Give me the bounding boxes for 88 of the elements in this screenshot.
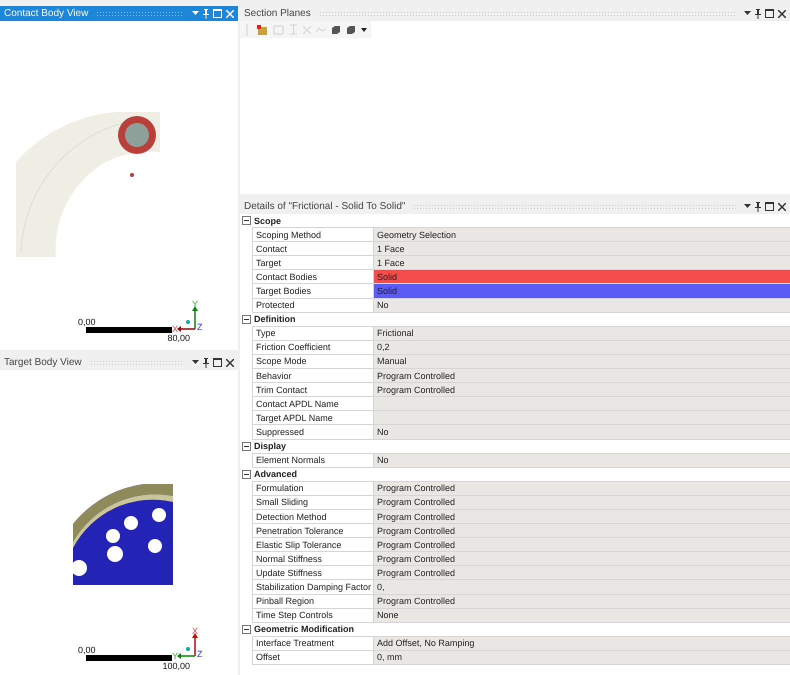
property-label: Detection Method: [252, 510, 373, 524]
property-value[interactable]: Frictional: [373, 326, 790, 341]
scale-label: 0,00: [78, 645, 96, 655]
dropdown-icon[interactable]: [744, 204, 751, 209]
property-label: Type: [252, 326, 373, 341]
scale-label: 80,00: [167, 333, 190, 343]
property-value[interactable]: Program Controlled: [373, 510, 790, 524]
cube-icon[interactable]: [331, 25, 341, 34]
panel-title: Target Body View: [4, 357, 82, 368]
property-value[interactable]: None: [373, 608, 790, 623]
property-value[interactable]: 0,: [373, 580, 790, 595]
property-label: Trim Contact: [252, 383, 373, 398]
property-value[interactable]: Program Controlled: [373, 552, 790, 566]
property-label: Elastic Slip Tolerance: [252, 538, 373, 552]
property-label: Scope Mode: [252, 354, 373, 370]
property-label: Interface Treatment: [252, 636, 373, 651]
property-value[interactable]: Program Controlled: [373, 566, 790, 580]
pin-icon[interactable]: [755, 202, 761, 212]
property-label: Normal Stiffness: [252, 552, 373, 566]
property-value[interactable]: No: [373, 298, 790, 313]
collapse-toggle[interactable]: [242, 470, 251, 479]
property-label: Scoping Method: [252, 228, 373, 242]
property-label: Target: [252, 256, 373, 270]
scale-label: 100,00: [162, 661, 190, 671]
maximize-icon[interactable]: [213, 358, 222, 367]
collapse-toggle[interactable]: [242, 442, 251, 450]
property-value[interactable]: Program Controlled: [373, 369, 790, 384]
close-icon[interactable]: [778, 10, 786, 18]
property-label: Update Stiffness: [252, 566, 373, 580]
axis-label: Z: [197, 322, 202, 332]
property-value[interactable]: Program Controlled: [373, 538, 790, 552]
property-label: Formulation: [252, 482, 373, 496]
property-value[interactable]: Program Controlled: [373, 496, 790, 510]
property-label: Contact Bodies: [252, 270, 373, 284]
property-value[interactable]: 0, mm: [373, 650, 790, 665]
axis-label: Z: [197, 649, 202, 659]
dropdown-icon[interactable]: [744, 11, 751, 16]
maximize-icon[interactable]: [765, 9, 774, 18]
panel-title: Details of "Frictional - Solid To Solid": [244, 201, 406, 212]
close-icon[interactable]: [226, 358, 234, 366]
property-label: Contact: [252, 242, 373, 256]
collapse-toggle[interactable]: [242, 216, 251, 225]
property-value[interactable]: Program Controlled: [373, 383, 790, 398]
property-label: Contact APDL Name: [252, 397, 373, 412]
panel-title: Section Planes: [244, 8, 311, 19]
pin-icon[interactable]: [755, 8, 761, 18]
axis-triad-drawing: [177, 633, 198, 659]
cube-icon[interactable]: [346, 25, 356, 34]
property-label: Suppressed: [252, 425, 373, 440]
property-label: Friction Coefficient: [252, 340, 373, 355]
dropdown-icon[interactable]: [192, 360, 199, 365]
property-value[interactable]: No: [373, 454, 790, 468]
axis-triad-drawing: [177, 306, 198, 332]
pin-icon[interactable]: [203, 358, 209, 368]
collapse-toggle[interactable]: [242, 314, 251, 324]
property-value[interactable]: Add Offset, No Ramping: [373, 636, 790, 651]
property-label: Stabilization Damping Factor: [252, 580, 373, 595]
property-label: Small Sliding: [252, 496, 373, 510]
property-label: Target APDL Name: [252, 411, 373, 426]
axis-label: Y: [192, 300, 198, 309]
property-value[interactable]: Program Controlled: [373, 524, 790, 538]
property-value[interactable]: Manual: [373, 354, 790, 370]
dropdown-icon[interactable]: [361, 28, 367, 32]
axis-label: Y: [172, 651, 178, 661]
property-value[interactable]: 1 Face: [373, 256, 790, 270]
close-icon[interactable]: [778, 202, 786, 210]
maximize-icon[interactable]: [765, 202, 774, 211]
scale-label: 0,00: [78, 317, 96, 327]
property-label: Pinball Region: [252, 594, 373, 609]
property-label: Offset: [252, 650, 373, 665]
property-value[interactable]: Geometry Selection: [373, 228, 790, 242]
property-label: Penetration Tolerance: [252, 524, 373, 538]
property-value[interactable]: No: [373, 425, 790, 440]
collapse-toggle[interactable]: [242, 624, 251, 634]
property-label: Target Bodies: [252, 284, 373, 299]
property-label: Time Step Controls: [252, 608, 373, 623]
property-label: Element Normals: [252, 454, 373, 468]
property-value[interactable]: Program Controlled: [373, 594, 790, 609]
property-value[interactable]: Solid: [373, 270, 790, 284]
axis-label: X: [192, 627, 198, 636]
axis-label: X: [172, 324, 178, 334]
property-label: Protected: [252, 298, 373, 313]
property-value[interactable]: Program Controlled: [373, 482, 790, 496]
property-value[interactable]: 1 Face: [373, 242, 790, 256]
property-value[interactable]: 0,2: [373, 340, 790, 355]
property-label: Behavior: [252, 369, 373, 384]
new-plane-icon[interactable]: [257, 24, 268, 34]
panel-title: Contact Body View: [4, 8, 88, 19]
